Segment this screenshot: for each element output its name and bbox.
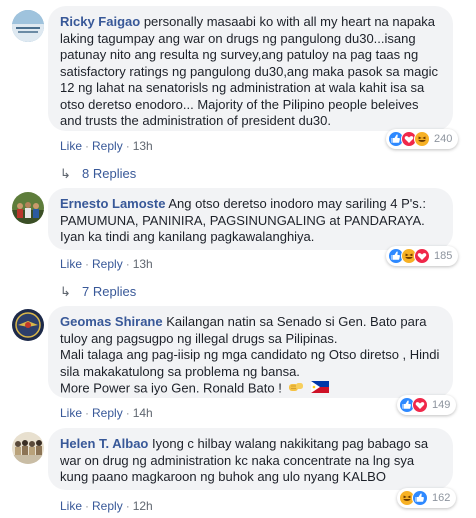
separator: · (85, 257, 90, 271)
reply-arrow-icon: ↳ (60, 284, 71, 299)
like-link[interactable]: Like (60, 499, 82, 513)
comment-line: More Power sa iyo Gen. Ronald Bato ! (60, 380, 441, 399)
fist-bump-icon (288, 380, 304, 399)
comment-bubble: Ernesto Lamoste Ang otso deretso inodoro… (48, 188, 453, 250)
comment-actions: Like · Reply · 14h (60, 406, 153, 420)
comment-text: More Power sa iyo Gen. Ronald Bato ! (60, 380, 282, 396)
reaction-summary[interactable]: 149 (397, 395, 457, 415)
reaction-count: 240 (434, 133, 453, 145)
separator: · (125, 499, 130, 513)
reaction-summary[interactable]: 162 (397, 488, 457, 508)
comment-actions: Like · Reply · 13h (60, 257, 153, 271)
timestamp[interactable]: 13h (133, 257, 153, 271)
like-link[interactable]: Like (60, 257, 82, 271)
love-icon (414, 248, 430, 264)
reply-link[interactable]: Reply (92, 499, 123, 513)
view-replies-link[interactable]: ↳ 7 Replies (60, 284, 136, 300)
comment-bubble: Helen T. Albao Iyong c hilbay walang nak… (48, 428, 453, 490)
comment-actions: Like · Reply · 12h (60, 499, 153, 513)
reaction-summary[interactable]: 185 (386, 246, 459, 266)
timestamp[interactable]: 12h (133, 499, 153, 513)
separator: · (85, 406, 90, 420)
reply-link[interactable]: Reply (92, 406, 123, 420)
replies-label: 7 Replies (82, 284, 137, 299)
reaction-count: 162 (432, 492, 451, 504)
love-icon (412, 397, 428, 413)
comment-author[interactable]: Geomas Shirane (60, 314, 163, 329)
comment-author[interactable]: Ernesto Lamoste (60, 196, 165, 211)
reply-link[interactable]: Reply (92, 139, 123, 153)
comment-bubble: Ricky Faigao personally masaabi ko with … (48, 6, 453, 131)
philippine-flag-icon (311, 381, 330, 398)
reply-arrow-icon: ↳ (60, 166, 71, 181)
comment-author[interactable]: Helen T. Albao (60, 436, 148, 451)
reaction-summary[interactable]: 240 (386, 129, 459, 149)
timestamp[interactable]: 14h (133, 406, 153, 420)
avatar[interactable] (12, 192, 44, 224)
haha-icon (414, 131, 430, 147)
avatar[interactable] (12, 309, 44, 341)
comment-bubble: Geomas Shirane Kailangan natin sa Senado… (48, 306, 453, 398)
comment-author[interactable]: Ricky Faigao (60, 14, 140, 29)
view-replies-link[interactable]: ↳ 8 Replies (60, 166, 136, 182)
avatar[interactable] (12, 10, 44, 42)
reply-link[interactable]: Reply (92, 257, 123, 271)
comment-line: Geomas Shirane Kailangan natin sa Senado… (60, 314, 441, 347)
reaction-count: 185 (434, 250, 453, 262)
reaction-count: 149 (432, 399, 451, 411)
like-icon (412, 490, 428, 506)
avatar[interactable] (12, 432, 44, 464)
comment-actions: Like · Reply · 13h (60, 139, 153, 153)
like-link[interactable]: Like (60, 139, 82, 153)
separator: · (85, 499, 90, 513)
comment-text: Mali talaga ang pag-iisip ng mga candida… (60, 347, 440, 379)
separator: · (85, 139, 90, 153)
like-link[interactable]: Like (60, 406, 82, 420)
separator: · (125, 257, 130, 271)
timestamp[interactable]: 13h (133, 139, 153, 153)
separator: · (125, 406, 130, 420)
comment-text: personally masaabi ko with all my heart … (60, 14, 438, 128)
separator: · (125, 139, 130, 153)
replies-label: 8 Replies (82, 166, 137, 181)
